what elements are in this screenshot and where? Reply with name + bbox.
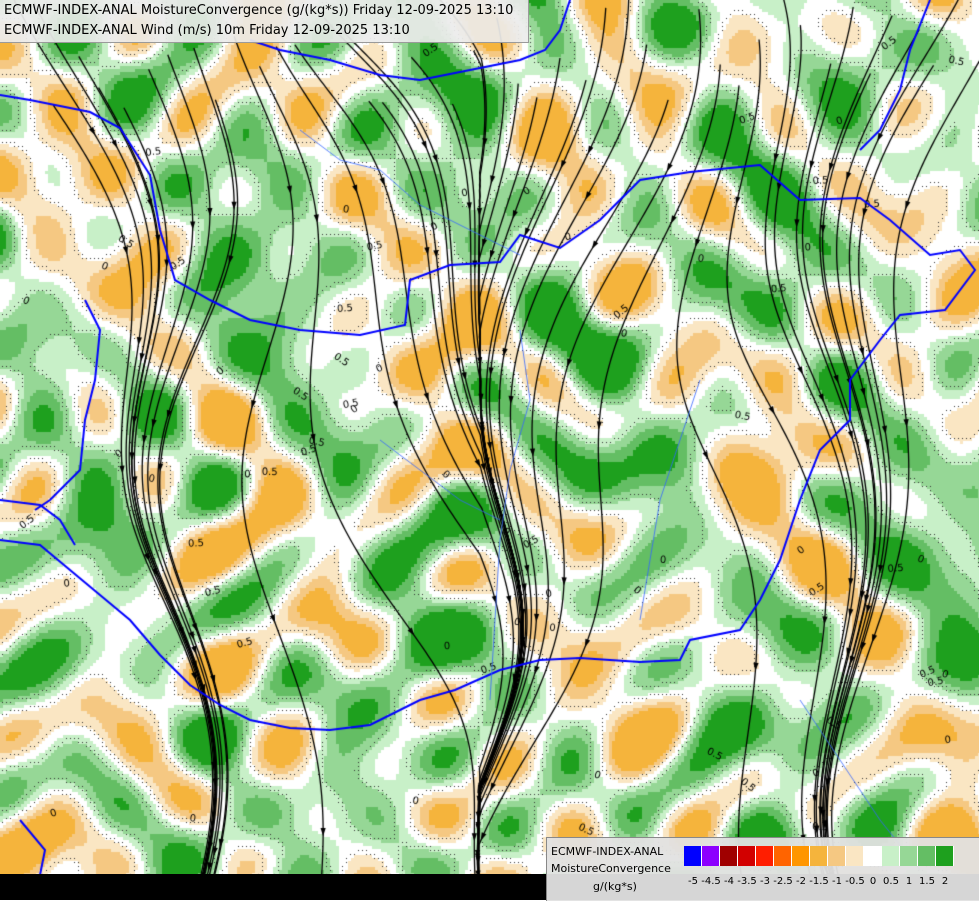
legend-tick-label: -4 (724, 876, 734, 887)
legend-swatch (846, 846, 864, 866)
legend-swatch (918, 846, 936, 866)
legend-tick-label: -4.5 (701, 876, 721, 887)
legend-swatch (702, 846, 720, 866)
legend-swatch (828, 846, 846, 866)
legend-unit: g/(kg*s) (593, 880, 637, 893)
legend-tick-label: -1.5 (809, 876, 829, 887)
legend-tick-label: -1 (832, 876, 842, 887)
moisture-convergence-map (0, 0, 979, 900)
legend-tick-label: -2.5 (773, 876, 793, 887)
legend-tick-label: -3.5 (737, 876, 757, 887)
legend-tick-label: 0.5 (883, 876, 899, 887)
legend-swatch (936, 846, 954, 866)
legend-tick-label: -3 (760, 876, 770, 887)
legend-variable: MoistureConvergence (551, 862, 671, 875)
legend-swatch (792, 846, 810, 866)
legend-tick-label: -2 (796, 876, 806, 887)
legend-swatch (774, 846, 792, 866)
legend-tick-label: 2 (941, 876, 949, 887)
legend-tick-label: 0 (869, 876, 877, 887)
legend-swatch (738, 846, 756, 866)
legend-tick-label: -0.5 (845, 876, 865, 887)
legend-tick-label: 1 (905, 876, 913, 887)
legend-tick-labels: -5 -4.5 -4 -3.5 -3 -2.5 -2 -1.5 -1 -0.5 0 0.5 1 1.5 2 (675, 876, 975, 890)
legend-swatch (756, 846, 774, 866)
legend-swatch (810, 846, 828, 866)
legend-swatches (684, 846, 954, 866)
legend-tick-label: -5 (688, 876, 698, 887)
title-wind: ECMWF-INDEX-ANAL Wind (m/s) 10m Friday 1… (4, 23, 410, 38)
map-title-box: ECMWF-INDEX-ANAL MoistureConvergence (g/… (0, 0, 529, 43)
legend-swatch (684, 846, 702, 866)
legend-swatch (864, 846, 882, 866)
legend-model: ECMWF-INDEX-ANAL (551, 845, 664, 858)
color-legend: ECMWF-INDEX-ANAL MoistureConvergence g/(… (546, 837, 979, 901)
title-moisture-convergence: ECMWF-INDEX-ANAL MoistureConvergence (g/… (4, 3, 514, 18)
legend-swatch (720, 846, 738, 866)
legend-swatch (900, 846, 918, 866)
legend-tick-label: 1.5 (919, 876, 935, 887)
legend-swatch (882, 846, 900, 866)
